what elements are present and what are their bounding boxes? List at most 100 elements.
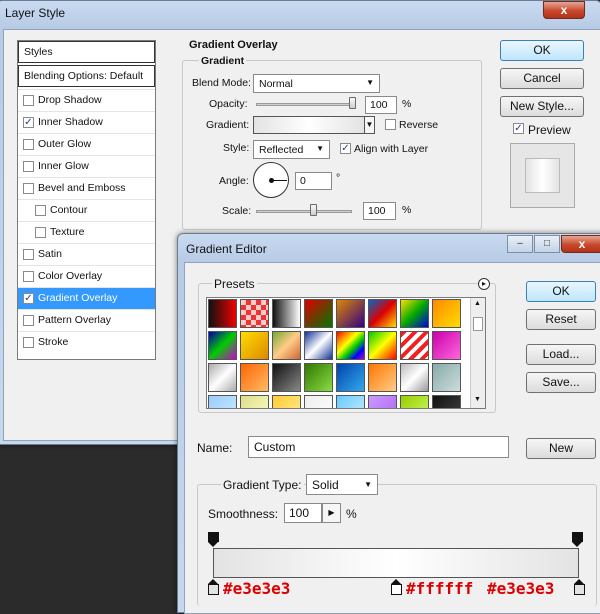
color-stop[interactable]: [391, 579, 402, 596]
opacity-stop-left[interactable]: [208, 532, 219, 547]
gradient-swatch[interactable]: [253, 116, 365, 134]
gradient-bar[interactable]: [213, 548, 579, 578]
preset-swatch[interactable]: [368, 395, 397, 408]
style-dropdown[interactable]: Reflected ▼: [253, 140, 330, 159]
align-checkbox[interactable]: ✓: [340, 143, 351, 154]
checkbox-checked[interactable]: ✓: [23, 117, 34, 128]
preset-swatch[interactable]: [304, 299, 333, 328]
style-item-inner-shadow[interactable]: ✓ Inner Shadow: [18, 111, 155, 133]
preset-swatch[interactable]: [400, 331, 429, 360]
style-item-outer-glow[interactable]: Outer Glow: [18, 133, 155, 155]
checkbox[interactable]: [23, 271, 34, 282]
style-item-satin[interactable]: Satin: [18, 243, 155, 265]
checkbox[interactable]: [23, 183, 34, 194]
preset-swatch[interactable]: [208, 299, 237, 328]
style-item-gradient-overlay[interactable]: ✓ Gradient Overlay: [18, 287, 155, 309]
reverse-checkbox[interactable]: [385, 119, 396, 130]
preset-swatch[interactable]: [336, 395, 365, 408]
preset-swatch[interactable]: [336, 299, 365, 328]
minimize-button[interactable]: –: [507, 235, 533, 253]
style-item-pattern-overlay[interactable]: Pattern Overlay: [18, 309, 155, 331]
reset-button[interactable]: Reset: [526, 309, 596, 330]
gradient-picker-button[interactable]: ▼: [364, 116, 375, 134]
scroll-down-icon[interactable]: ▼: [474, 396, 481, 403]
preview-checkbox[interactable]: ✓: [513, 123, 524, 134]
gradient-editor-titlebar[interactable]: Gradient Editor – □ x: [178, 234, 600, 260]
style-item-texture[interactable]: Texture: [18, 221, 155, 243]
opacity-slider-thumb[interactable]: [349, 97, 356, 109]
preset-swatch[interactable]: [368, 299, 397, 328]
style-item-drop-shadow[interactable]: Drop Shadow: [18, 89, 155, 111]
layer-style-titlebar[interactable]: Layer Style x: [0, 1, 600, 27]
preset-swatch[interactable]: [304, 395, 333, 408]
cancel-button[interactable]: Cancel: [500, 68, 584, 89]
checkbox[interactable]: [23, 139, 34, 150]
preset-swatch[interactable]: [208, 331, 237, 360]
preset-swatch[interactable]: [304, 363, 333, 392]
preset-swatch[interactable]: [272, 395, 301, 408]
opacity-slider-track[interactable]: [256, 103, 356, 106]
blend-mode-dropdown[interactable]: Normal ▼: [253, 74, 380, 93]
checkbox[interactable]: [35, 227, 46, 238]
ok-button[interactable]: OK: [526, 281, 596, 302]
preset-swatch[interactable]: [272, 299, 301, 328]
preset-swatch[interactable]: [432, 331, 461, 360]
preset-swatch[interactable]: [432, 299, 461, 328]
preset-swatch[interactable]: [432, 363, 461, 392]
checkbox[interactable]: [23, 315, 34, 326]
scale-slider-thumb[interactable]: [309, 204, 317, 216]
preset-swatch[interactable]: [304, 331, 333, 360]
close-button[interactable]: x: [543, 1, 585, 19]
blending-options-header[interactable]: Blending Options: Default: [18, 65, 155, 87]
styles-header[interactable]: Styles: [18, 41, 155, 63]
checkbox-checked[interactable]: ✓: [23, 293, 34, 304]
preset-swatch[interactable]: [336, 363, 365, 392]
checkbox[interactable]: [23, 337, 34, 348]
style-item-inner-glow[interactable]: Inner Glow: [18, 155, 155, 177]
color-stop[interactable]: [208, 579, 219, 596]
style-item-stroke[interactable]: Stroke: [18, 331, 155, 353]
save-button[interactable]: Save...: [526, 372, 596, 393]
gradient-type-dropdown[interactable]: Solid ▼: [306, 474, 378, 495]
preset-swatch[interactable]: [240, 299, 269, 328]
preset-swatch[interactable]: [240, 331, 269, 360]
checkbox[interactable]: [23, 95, 34, 106]
preset-swatch[interactable]: [368, 331, 397, 360]
preset-swatch[interactable]: [208, 363, 237, 392]
ok-button[interactable]: OK: [500, 40, 584, 61]
preset-swatch[interactable]: [272, 331, 301, 360]
new-style-button[interactable]: New Style...: [500, 96, 584, 117]
name-input[interactable]: Custom: [248, 436, 509, 458]
angle-input[interactable]: 0: [295, 172, 332, 190]
checkbox[interactable]: [23, 249, 34, 260]
color-stop[interactable]: [574, 579, 585, 596]
scale-input[interactable]: 100: [363, 202, 396, 220]
preset-swatch[interactable]: [400, 363, 429, 392]
preset-swatch[interactable]: [240, 363, 269, 392]
preset-swatch[interactable]: [400, 299, 429, 328]
load-button[interactable]: Load...: [526, 344, 596, 365]
scale-slider-track[interactable]: [256, 210, 352, 213]
preset-swatch[interactable]: [336, 331, 365, 360]
presets-scrollbar[interactable]: ▲ ▼: [470, 298, 485, 408]
scrollbar-thumb[interactable]: [473, 317, 483, 331]
maximize-button[interactable]: □: [534, 235, 560, 253]
smoothness-input[interactable]: 100: [284, 503, 322, 523]
close-button[interactable]: x: [561, 235, 600, 253]
smoothness-stepper[interactable]: ▶: [322, 503, 341, 523]
opacity-stop-right[interactable]: [572, 532, 583, 547]
preset-swatch[interactable]: [368, 363, 397, 392]
style-item-bevel-emboss[interactable]: Bevel and Emboss: [18, 177, 155, 199]
preset-swatch[interactable]: [432, 395, 461, 408]
preset-swatch[interactable]: [240, 395, 269, 408]
angle-dial[interactable]: [253, 162, 289, 198]
presets-menu-icon[interactable]: ▸: [478, 278, 490, 290]
opacity-input[interactable]: 100: [365, 96, 397, 114]
style-item-contour[interactable]: Contour: [18, 199, 155, 221]
preset-swatch[interactable]: [272, 363, 301, 392]
scroll-up-icon[interactable]: ▲: [474, 300, 481, 307]
checkbox[interactable]: [35, 205, 46, 216]
checkbox[interactable]: [23, 161, 34, 172]
style-item-color-overlay[interactable]: Color Overlay: [18, 265, 155, 287]
new-button[interactable]: New: [526, 438, 596, 459]
